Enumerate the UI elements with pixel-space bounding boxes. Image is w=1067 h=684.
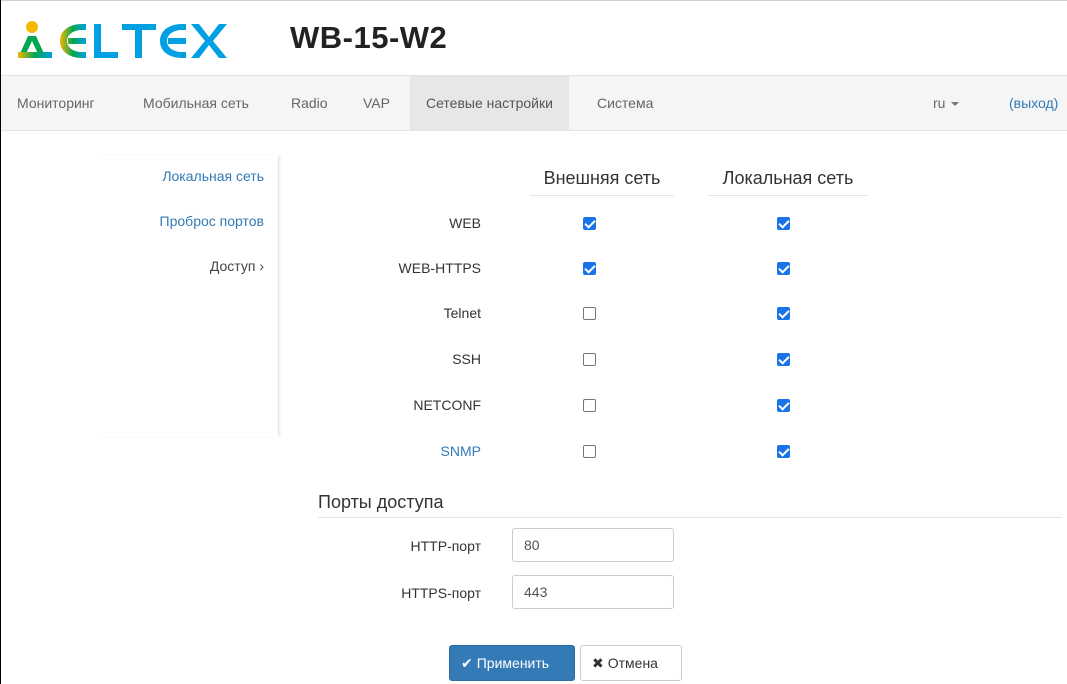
sidebar-item-access[interactable]: Доступ › bbox=[210, 258, 264, 274]
language-selector[interactable]: ru bbox=[933, 76, 960, 130]
row-label-web: WEB bbox=[449, 215, 481, 231]
row-label-snmp-link[interactable]: SNMP bbox=[441, 443, 481, 459]
window-left-border bbox=[0, 0, 1, 684]
snmp-local-checkbox[interactable] bbox=[777, 445, 790, 458]
language-label: ru bbox=[933, 95, 946, 111]
row-label-telnet: Telnet bbox=[443, 305, 481, 321]
https-port-label: HTTPS-порт bbox=[401, 585, 481, 601]
row-label-netconf: NETCONF bbox=[413, 397, 481, 413]
ssh-local-checkbox[interactable] bbox=[777, 353, 790, 366]
cancel-button[interactable]: ✖ Отмена bbox=[580, 645, 682, 681]
http-port-label: HTTP-порт bbox=[410, 538, 481, 554]
web-external-checkbox[interactable] bbox=[583, 217, 596, 230]
web-local-checkbox[interactable] bbox=[777, 217, 790, 230]
app-header: WB-15-W2 bbox=[0, 0, 1067, 74]
netconf-local-checkbox[interactable] bbox=[777, 399, 790, 412]
section-divider bbox=[318, 517, 1062, 518]
ssh-external-checkbox[interactable] bbox=[583, 353, 596, 366]
logout-link[interactable]: (выход) bbox=[1009, 76, 1058, 130]
check-icon: ✔ bbox=[461, 655, 473, 671]
nav-item-mobile-network[interactable]: Мобильная сеть bbox=[127, 76, 265, 130]
times-icon: ✖ bbox=[592, 655, 604, 671]
netconf-external-checkbox[interactable] bbox=[583, 399, 596, 412]
nav-item-monitoring[interactable]: Мониторинг bbox=[1, 76, 111, 130]
nav-item-network-settings[interactable]: Сетевые настройки bbox=[410, 76, 569, 130]
device-model-title: WB-15-W2 bbox=[290, 20, 448, 55]
telnet-local-checkbox[interactable] bbox=[777, 307, 790, 320]
caret-down-icon bbox=[951, 102, 960, 107]
https-port-input[interactable] bbox=[512, 575, 674, 609]
sidebar-item-port-forwarding[interactable]: Проброс портов bbox=[160, 213, 264, 229]
sidebar: Локальная сеть Проброс портов Доступ › bbox=[100, 155, 279, 437]
access-ports-title: Порты доступа bbox=[318, 492, 444, 512]
column-header-local-network: Локальная сеть bbox=[708, 168, 868, 196]
nav-item-radio[interactable]: Radio bbox=[275, 76, 344, 130]
apply-button-label: Применить bbox=[476, 655, 550, 671]
web-https-external-checkbox[interactable] bbox=[583, 262, 596, 275]
nav-item-vap[interactable]: VAP bbox=[347, 76, 406, 130]
nav-item-system[interactable]: Система bbox=[581, 76, 669, 130]
snmp-external-checkbox[interactable] bbox=[583, 445, 596, 458]
cancel-button-label: Отмена bbox=[607, 655, 658, 671]
eltex-logo[interactable] bbox=[14, 18, 234, 62]
telnet-external-checkbox[interactable] bbox=[583, 307, 596, 320]
sidebar-item-local-network[interactable]: Локальная сеть bbox=[162, 168, 264, 184]
row-label-web-https: WEB-HTTPS bbox=[398, 260, 481, 276]
main-navbar: Мониторинг Мобильная сеть Radio VAP Сете… bbox=[1, 75, 1067, 131]
row-label-ssh: SSH bbox=[452, 351, 481, 367]
column-header-external-network: Внешняя сеть bbox=[530, 168, 674, 196]
apply-button[interactable]: ✔ Применить bbox=[449, 645, 575, 681]
eltex-logo-graphic bbox=[18, 21, 227, 58]
web-https-local-checkbox[interactable] bbox=[777, 262, 790, 275]
http-port-input[interactable] bbox=[512, 528, 674, 562]
